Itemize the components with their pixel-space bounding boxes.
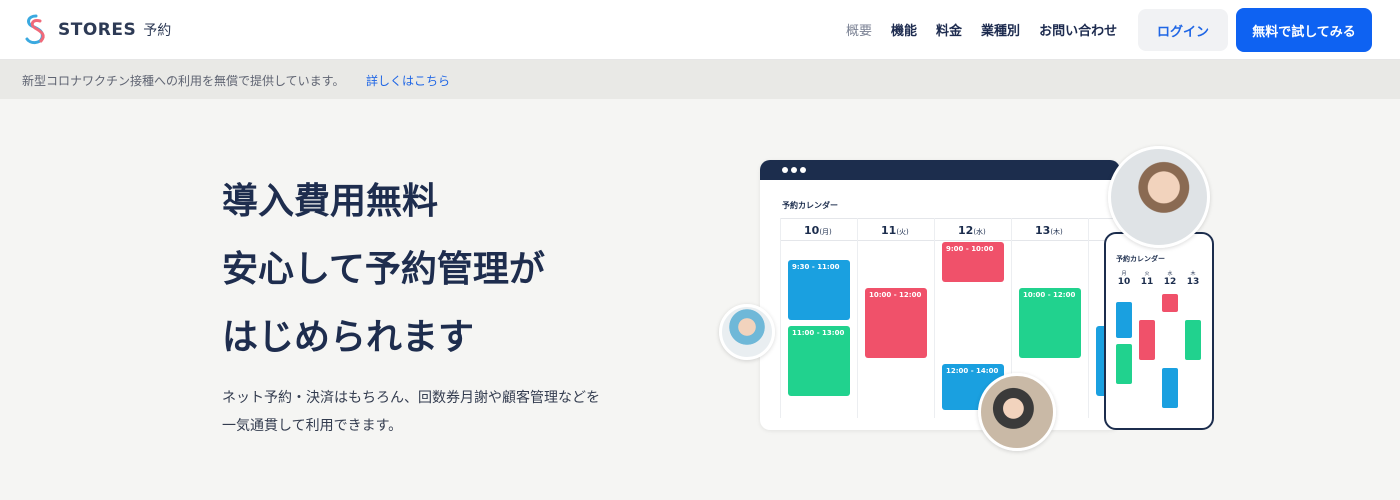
hero-title-line: 安心して予約管理が bbox=[222, 249, 545, 290]
notice-text: 新型コロナワクチン接種への利用を無償で提供しています。 bbox=[22, 74, 345, 88]
grid-line bbox=[934, 218, 935, 418]
phone-day-number: 10 bbox=[1117, 277, 1131, 287]
login-button[interactable]: ログイン bbox=[1138, 9, 1228, 51]
calendar-event: 9:00 - 10:00 bbox=[942, 242, 1004, 282]
cooking-class-photo-avatar bbox=[978, 373, 1056, 451]
fitness-photo-avatar bbox=[1108, 146, 1210, 248]
phone-day-weekday: 月 bbox=[1121, 271, 1127, 277]
hero-title-line: 導入費用無料 bbox=[222, 181, 439, 222]
day-number: 11 bbox=[881, 224, 897, 237]
window-dot-icon bbox=[782, 167, 788, 173]
nav-item-overview[interactable]: 概要 bbox=[846, 20, 872, 39]
notice-link[interactable]: 詳しくはこちら bbox=[366, 72, 450, 89]
phone-event bbox=[1116, 344, 1132, 384]
phone-event bbox=[1116, 302, 1132, 338]
day-weekday: (木) bbox=[1050, 228, 1063, 236]
phone-day-number: 11 bbox=[1140, 277, 1154, 287]
calendar-event: 11:00 - 13:00 bbox=[788, 326, 850, 396]
site-header: STORES 予約 概要 機能 料金 業種別 お問い合わせ ログイン 無料で試し… bbox=[0, 0, 1400, 60]
hero-title: 導入費用無料 安心して予約管理が はじめられます bbox=[222, 168, 545, 372]
logo-mark-icon bbox=[25, 14, 45, 45]
calendar-day: 10(月) bbox=[804, 224, 832, 237]
day-number: 13 bbox=[1035, 224, 1051, 237]
calendar-illustration: 予約カレンダー 10(月) 11(火) 12(水) 13(木) 9:30 - 1… bbox=[760, 160, 1120, 430]
logo[interactable]: STORES 予約 bbox=[22, 13, 171, 47]
phone-day: 木 13 bbox=[1185, 270, 1201, 287]
phone-day-number: 12 bbox=[1163, 277, 1177, 287]
day-weekday: (月) bbox=[819, 228, 832, 236]
grid-line bbox=[780, 240, 1120, 241]
grid-line bbox=[1088, 218, 1089, 418]
day-number: 10 bbox=[804, 224, 820, 237]
window-dot-icon bbox=[800, 167, 806, 173]
hero-description-line: 一気通貫して利用できます。 bbox=[222, 418, 403, 434]
day-weekday: (水) bbox=[973, 228, 986, 236]
phone-calendar-title: 予約カレンダー bbox=[1116, 255, 1165, 263]
phone-event bbox=[1162, 294, 1178, 312]
nurse-photo-avatar bbox=[719, 304, 775, 360]
grid-line bbox=[780, 218, 1120, 219]
calendar-day: 13(木) bbox=[1035, 224, 1063, 237]
phone-day: 水 12 bbox=[1162, 270, 1178, 287]
main-nav: 概要 機能 料金 業種別 お問い合わせ bbox=[846, 20, 1117, 39]
nav-item-industries[interactable]: 業種別 bbox=[981, 20, 1020, 39]
grid-line bbox=[780, 218, 781, 418]
calendar-event: 10:00 - 12:00 bbox=[1019, 288, 1081, 358]
phone-day: 火 11 bbox=[1139, 270, 1155, 287]
nav-item-pricing[interactable]: 料金 bbox=[936, 20, 962, 39]
calendar-day: 11(火) bbox=[881, 224, 909, 237]
window-titlebar bbox=[760, 160, 1120, 180]
phone-day: 月 10 bbox=[1116, 270, 1132, 287]
window-dot-icon bbox=[791, 167, 797, 173]
phone-day-number: 13 bbox=[1186, 277, 1200, 287]
calendar-event: 9:30 - 11:00 bbox=[788, 260, 850, 320]
calendar-title: 予約カレンダー bbox=[782, 201, 838, 210]
phone-calendar-illustration: 予約カレンダー 月 10 火 11 水 12 木 13 bbox=[1104, 232, 1214, 430]
grid-line bbox=[857, 218, 858, 418]
phone-day-weekday: 水 bbox=[1167, 271, 1173, 277]
phone-event bbox=[1162, 368, 1178, 408]
brand-name: STORES bbox=[58, 20, 137, 40]
day-number: 12 bbox=[958, 224, 974, 237]
nav-item-features[interactable]: 機能 bbox=[891, 20, 917, 39]
free-trial-button[interactable]: 無料で試してみる bbox=[1236, 8, 1372, 52]
phone-event bbox=[1185, 320, 1201, 360]
calendar-day: 12(水) bbox=[958, 224, 986, 237]
phone-day-weekday: 木 bbox=[1190, 271, 1196, 277]
phone-event bbox=[1139, 320, 1155, 360]
notice-bar: 新型コロナワクチン接種への利用を無償で提供しています。 詳しくはこちら bbox=[0, 60, 1400, 99]
phone-day-weekday: 火 bbox=[1144, 271, 1150, 277]
hero-description-line: ネット予約・決済はもちろん、回数券月謝や顧客管理などを bbox=[222, 390, 600, 406]
calendar-event: 10:00 - 12:00 bbox=[865, 288, 927, 358]
brand-sub: 予約 bbox=[143, 23, 172, 39]
hero-description: ネット予約・決済はもちろん、回数券月謝や顧客管理などを 一気通貫して利用できます… bbox=[222, 384, 600, 440]
hero-title-line: はじめられます bbox=[222, 317, 475, 358]
nav-item-contact[interactable]: お問い合わせ bbox=[1039, 20, 1117, 39]
day-weekday: (火) bbox=[896, 228, 909, 236]
